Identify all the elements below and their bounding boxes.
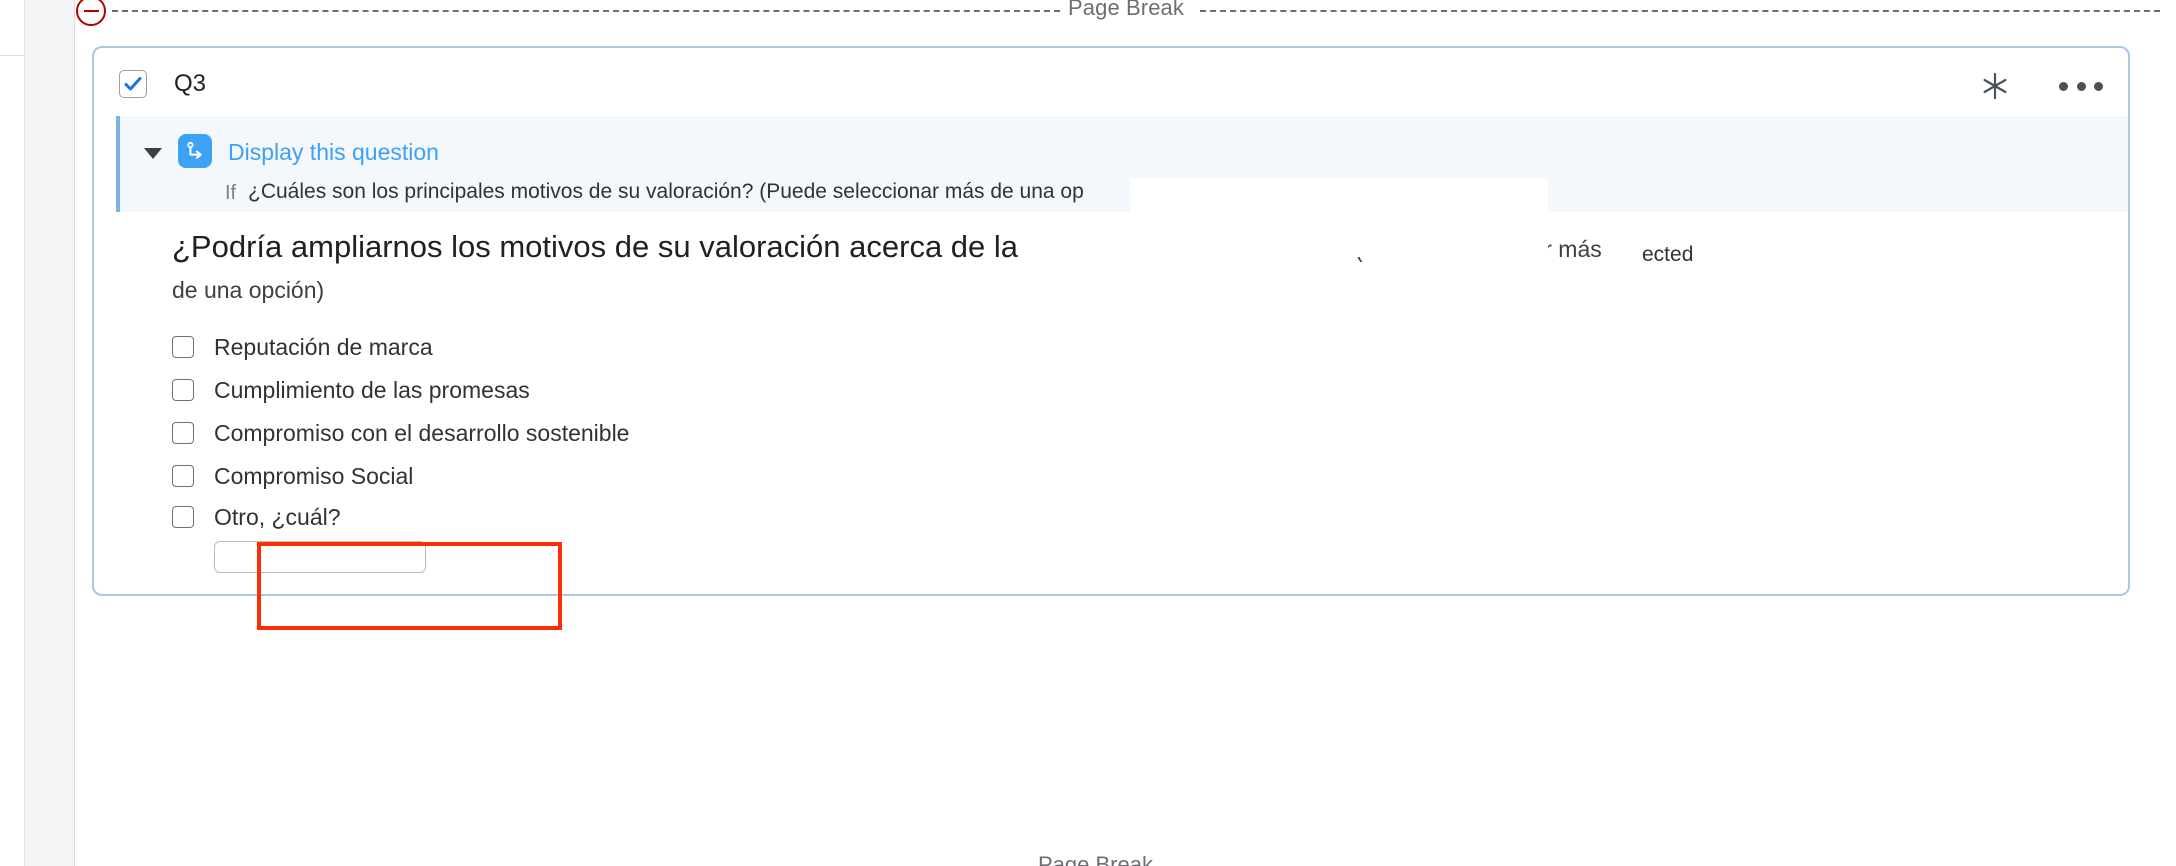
inner-left-rail (25, 0, 75, 866)
choice-row[interactable]: Cumplimiento de las promesas (172, 368, 1372, 411)
occlusion-overlay (1130, 178, 1548, 257)
other-choice-label: Otro, ¿cuál? (214, 504, 341, 530)
rail-divider (0, 55, 25, 56)
page-break-line-left (112, 10, 1060, 12)
star-icon[interactable] (1975, 66, 2015, 106)
chevron-down-icon[interactable] (144, 148, 162, 159)
star-glyph (1983, 72, 2007, 100)
display-logic-title[interactable]: Display this question (228, 137, 439, 167)
choice-checkbox[interactable] (172, 421, 194, 444)
question-header: Q3 (94, 48, 2128, 122)
choice-label: Compromiso Social (214, 462, 414, 489)
more-dot-2 (2076, 81, 2086, 91)
page-break-label: Page Break (1068, 0, 1184, 20)
question-card[interactable]: Q3 Display this question If ¿Cuáles son … (92, 46, 2130, 630)
choice-row[interactable]: Compromiso Social (172, 454, 1372, 497)
branch-logic-icon (178, 134, 212, 168)
choice-row[interactable]: Compromiso con el desarrollo sostenible (172, 411, 1372, 454)
question-id-label: Q3 (174, 70, 207, 97)
choice-label: Cumplimiento de las promesas (214, 376, 530, 403)
checkmark-icon (124, 77, 142, 91)
choice-checkbox[interactable] (172, 464, 194, 487)
question-text-line2: de una opción) (172, 277, 325, 303)
display-logic-banner[interactable]: Display this question If ¿Cuáles son los… (116, 116, 2128, 212)
page-break-bottom[interactable]: Page Break (0, 852, 2176, 866)
other-choice-group: Otro, ¿cuál? (172, 499, 1372, 573)
more-dot-1 (2059, 81, 2068, 91)
choice-list: Reputación de marca Cumplimiento de las … (172, 325, 1372, 573)
minus-circle-icon[interactable] (76, 0, 106, 26)
logic-if-keyword: If (225, 182, 237, 204)
other-choice-checkbox[interactable] (172, 506, 194, 528)
choice-row[interactable]: Reputación de marca (172, 325, 1372, 368)
choice-checkbox[interactable] (172, 378, 194, 401)
branch-arrow-glyph (187, 141, 202, 159)
choice-label: Compromiso con el desarrollo sostenible (214, 419, 630, 446)
logic-condition-text: ¿Cuáles son los principales motivos de s… (248, 180, 1084, 203)
other-text-entry-input[interactable] (214, 541, 426, 573)
choice-checkbox[interactable] (172, 335, 194, 358)
choice-row-other[interactable]: Otro, ¿cuál? (172, 499, 1372, 535)
more-dot-3 (2094, 81, 2103, 91)
question-select-checkbox[interactable] (119, 70, 147, 98)
choice-label: Reputación de marca (214, 333, 433, 360)
page-break-top[interactable]: Page Break (75, 0, 2176, 26)
outer-left-rail (0, 0, 25, 866)
question-text-line1: ¿Podría ampliarnos los motivos de su val… (172, 229, 1019, 264)
logic-condition-tail: ected (1642, 243, 1694, 266)
page-break-line-right (1200, 10, 2160, 12)
page-break-label-bottom: Page Break (1038, 852, 1153, 866)
more-options-icon[interactable] (2059, 74, 2103, 98)
